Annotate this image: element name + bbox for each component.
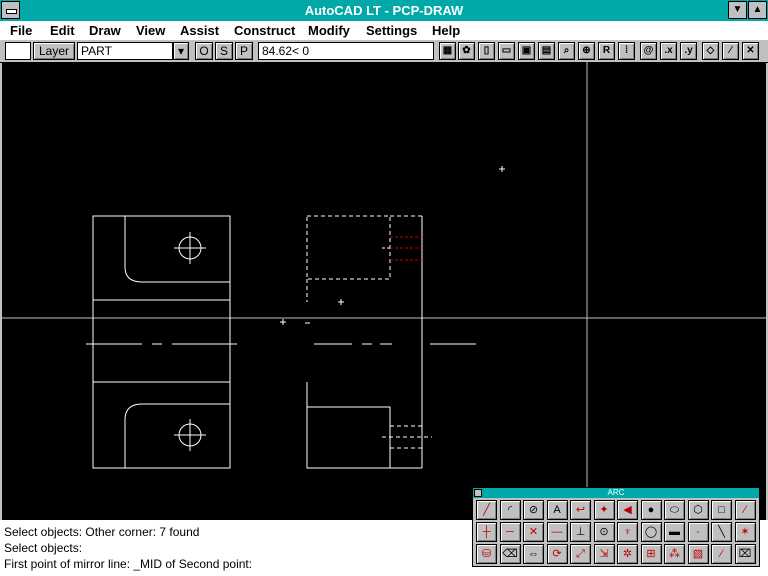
point-icon[interactable]: ✦ <box>593 500 615 520</box>
array-icon[interactable]: ⁂ <box>664 544 685 564</box>
snap-icon[interactable]: ✶ <box>734 522 756 542</box>
redraw-icon[interactable]: ⊕ <box>578 42 595 60</box>
minimize-button[interactable]: ▼ <box>728 1 747 19</box>
menu-help[interactable]: Help <box>432 23 460 38</box>
menu-view[interactable]: View <box>136 23 165 38</box>
erase-icon[interactable]: ◇ <box>702 42 719 60</box>
layer-button[interactable]: Layer <box>33 42 75 60</box>
new-file-icon[interactable]: ▯ <box>478 42 495 60</box>
move-icon[interactable]: ⇔ <box>523 544 544 564</box>
pen-icon[interactable]: ∕ <box>722 42 739 60</box>
line-icon[interactable]: ╱ <box>476 500 497 520</box>
dot-icon[interactable]: · <box>687 522 709 542</box>
ellipse-icon[interactable]: ⬭ <box>664 500 685 520</box>
slash-icon[interactable]: ╲ <box>711 522 732 542</box>
circle2-icon[interactable]: ◯ <box>640 522 662 542</box>
command-history-line: Select objects: Other corner: 7 found <box>4 525 200 539</box>
hline-icon[interactable]: ─ <box>499 522 521 542</box>
menu-file[interactable]: File <box>10 23 32 38</box>
menu-edit[interactable]: Edit <box>50 23 75 38</box>
print-icon[interactable]: ▤ <box>538 42 555 60</box>
cross-icon[interactable]: ✕ <box>742 42 759 60</box>
wand-icon[interactable]: ⁄ <box>711 544 732 564</box>
table-icon[interactable]: ▬ <box>664 522 685 542</box>
drawing-area[interactable] <box>2 62 766 520</box>
circle-icon[interactable]: ⊘ <box>523 500 544 520</box>
save-icon[interactable]: ▣ <box>518 42 535 60</box>
x-filter-icon[interactable]: .x <box>660 42 677 60</box>
layer-color-swatch[interactable] <box>5 42 31 60</box>
menu-draw[interactable]: Draw <box>89 23 121 38</box>
left-view-outline <box>92 215 231 469</box>
block-icon[interactable]: ⛁ <box>476 544 497 564</box>
rotate-icon[interactable]: ⟳ <box>546 544 568 564</box>
open-file-icon[interactable]: ▭ <box>498 42 515 60</box>
y-filter-icon[interactable]: .y <box>680 42 697 60</box>
crosshair-icon[interactable]: ┼ <box>476 522 497 542</box>
menu-modify[interactable]: Modify <box>308 23 350 38</box>
toolbar: Layer PART ▾ O S P 84.62< 0 ▦ ✿ ▯ ▭ ▣ ▤ … <box>0 40 768 63</box>
center-icon[interactable]: ⊙ <box>593 522 615 542</box>
menu-construct[interactable]: Construct <box>234 23 295 38</box>
right-view-hidden-top <box>306 215 391 280</box>
dotted-grid-icon[interactable]: ⁞ <box>618 42 635 60</box>
x-icon[interactable]: ✕ <box>523 522 544 542</box>
title-bar: AutoCAD LT - PCP-DRAW ▼ ▲ <box>0 0 768 22</box>
polyline-icon[interactable]: ↩ <box>570 500 591 520</box>
r-icon[interactable]: R <box>598 42 615 60</box>
rectangle-icon[interactable]: □ <box>711 500 732 520</box>
drawing-svg <box>2 62 766 520</box>
dash-icon[interactable]: — <box>546 522 568 542</box>
zoom-icon[interactable]: ⌕ <box>558 42 575 60</box>
dim-icon[interactable]: ⊥ <box>570 522 591 542</box>
layer-dropdown-button[interactable]: ▾ <box>173 42 189 60</box>
polygon-icon[interactable]: ⬡ <box>687 500 709 520</box>
palette-title[interactable]: ARC <box>473 488 759 498</box>
ortho-button[interactable]: O <box>195 42 213 60</box>
command-history-line: Select objects: <box>4 541 83 555</box>
maximize-button[interactable]: ▲ <box>748 1 767 19</box>
pencil-icon[interactable]: ∕ <box>734 500 756 520</box>
grid-icon[interactable]: ▦ <box>439 42 456 60</box>
layer-name-field[interactable]: PART <box>77 42 173 60</box>
right-view-lower-block <box>306 406 391 469</box>
command-prompt-line[interactable]: First point of mirror line: _MID of Seco… <box>4 557 252 571</box>
solid-icon[interactable]: ◀ <box>617 500 638 520</box>
menu-settings[interactable]: Settings <box>366 23 417 38</box>
paper-space-button[interactable]: P <box>235 42 253 60</box>
snap-button[interactable]: S <box>215 42 233 60</box>
window-title: AutoCAD LT - PCP-DRAW <box>304 3 464 18</box>
palette-close-button[interactable] <box>474 489 482 497</box>
hatch-icon[interactable]: ▧ <box>687 544 709 564</box>
donut-icon[interactable]: ● <box>640 500 662 520</box>
explode-icon[interactable]: ✲ <box>617 544 638 564</box>
edit-icon[interactable]: ⌧ <box>734 544 756 564</box>
chain-icon[interactable]: ♆ <box>617 522 638 542</box>
menu-bar: File Edit Draw View Assist Construct Mod… <box>0 21 768 41</box>
at-icon[interactable]: @ <box>640 42 657 60</box>
menu-assist[interactable]: Assist <box>180 23 219 38</box>
arc-icon[interactable]: ◜ <box>499 500 521 520</box>
coordinate-display: 84.62< 0 <box>258 42 434 60</box>
scale-icon[interactable]: ⤢ <box>570 544 591 564</box>
eraser-icon[interactable]: ⌫ <box>499 544 521 564</box>
regen-icon[interactable]: ✿ <box>458 42 475 60</box>
stretch-icon[interactable]: ⇲ <box>593 544 615 564</box>
text-icon[interactable]: A <box>546 500 568 520</box>
trim-icon[interactable]: ⊞ <box>640 544 662 564</box>
toolbox-palette: ARC ╱ ◜ ⊘ A ↩ ✦ ◀ ● ⬭ ⬡ □ ∕ ┼ ─ ✕ — ⊥ ⊙ ♆ ◯ ▬ · ╲ ✶ ⛁ ⌫ ⇔ ⟳ ⤢ ⇲ ✲ ⊞ ⁂ ▧ ⁄ ⌧ <box>472 487 760 567</box>
